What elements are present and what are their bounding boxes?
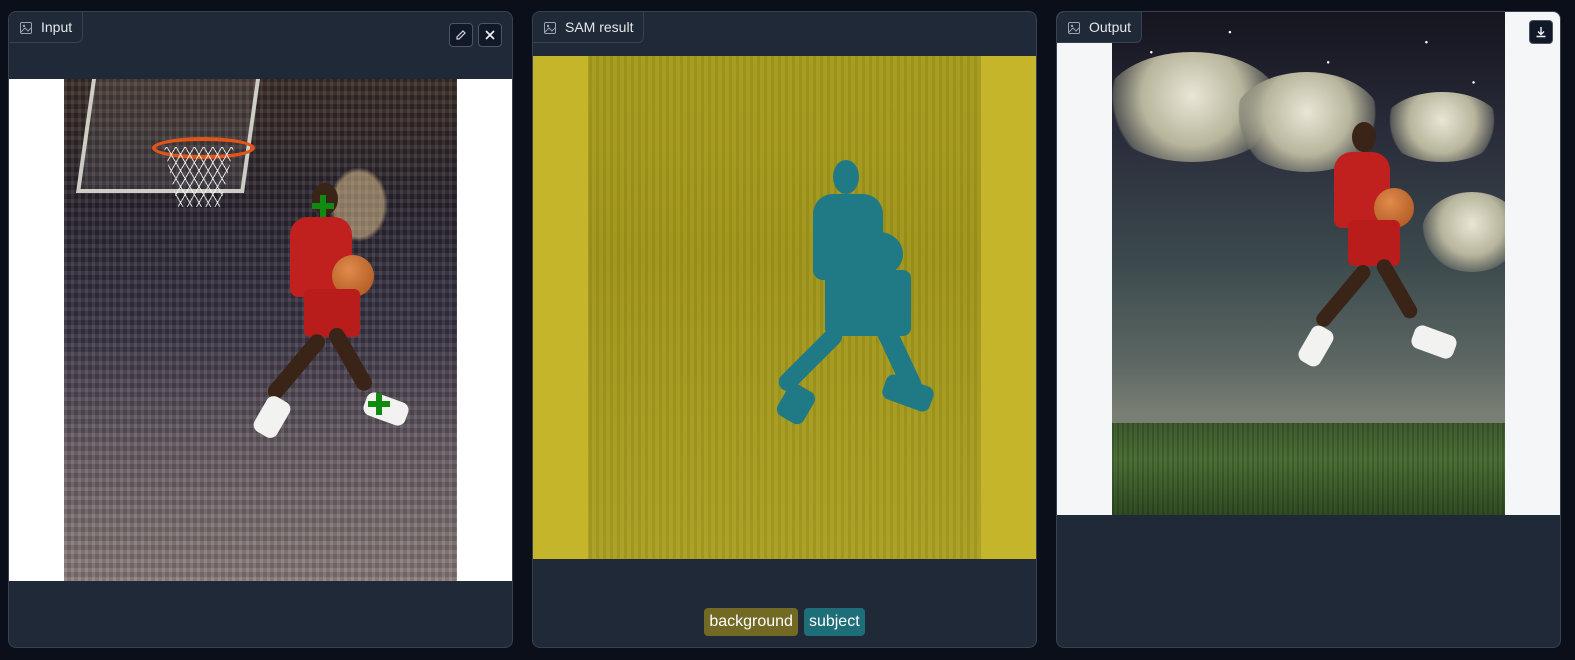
sam-result-label: SAM result	[533, 12, 645, 43]
output-label-text: Output	[1089, 19, 1132, 35]
subject-mask	[880, 372, 936, 414]
edit-button[interactable]	[449, 23, 473, 47]
input-label-text: Input	[41, 19, 73, 35]
download-button[interactable]	[1529, 20, 1553, 44]
edit-icon	[456, 30, 466, 40]
close-icon	[485, 30, 495, 40]
mask-left-padding	[533, 56, 588, 559]
image-icon	[1068, 22, 1080, 34]
input-image-frame[interactable]	[9, 79, 512, 581]
mask-legend: background subject	[533, 608, 1036, 636]
sam-mask-image	[533, 56, 1036, 559]
download-icon	[1536, 27, 1546, 38]
image-icon	[544, 22, 556, 34]
output-image[interactable]	[1112, 12, 1505, 515]
legend-subject[interactable]: subject	[803, 608, 865, 636]
output-label: Output	[1057, 12, 1143, 43]
input-image[interactable]	[64, 79, 457, 581]
grass-field	[1112, 423, 1505, 515]
sam-result-panel: SAM result background subject	[532, 11, 1037, 648]
input-label: Input	[9, 12, 84, 43]
subject-mask	[775, 324, 846, 395]
input-panel: Input	[8, 11, 513, 648]
legend-background[interactable]: background	[704, 608, 798, 636]
point-marker[interactable]	[312, 195, 334, 217]
output-panel: Output	[1056, 11, 1561, 648]
subject-mask	[833, 160, 859, 194]
subject-mask	[825, 270, 911, 336]
player-figure	[64, 79, 457, 581]
point-marker[interactable]	[368, 393, 390, 415]
mask-right-padding	[981, 56, 1036, 559]
sam-result-image-frame	[533, 56, 1036, 559]
sam-result-label-text: SAM result	[565, 19, 634, 35]
output-image-frame[interactable]	[1057, 12, 1560, 515]
clear-button[interactable]	[478, 23, 502, 47]
image-icon	[20, 22, 32, 34]
